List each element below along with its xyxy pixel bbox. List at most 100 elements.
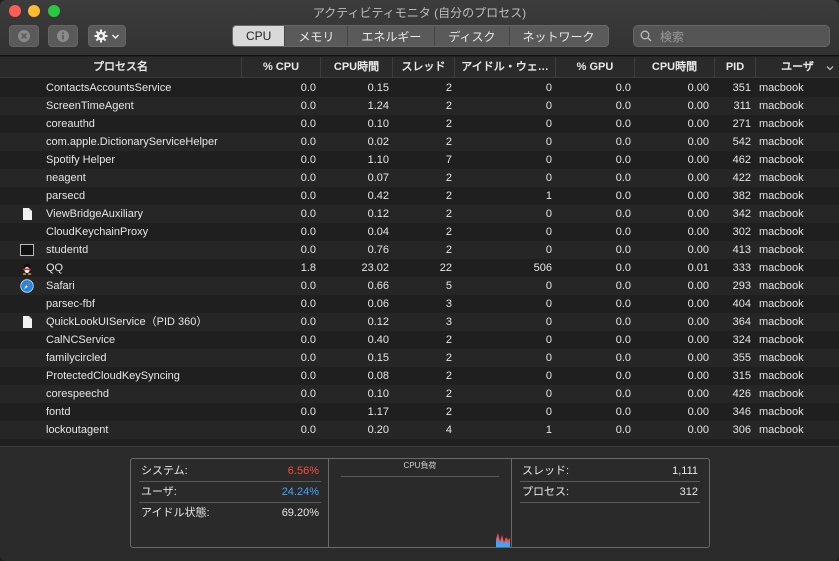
cell-pid: 462 — [732, 154, 751, 166]
cell-gpu-time: 0.00 — [687, 298, 709, 310]
cell-cpu-percent: 0.0 — [300, 280, 316, 292]
cell-threads: 22 — [439, 262, 452, 274]
table-row[interactable]: Safari 0.0 0.66 5 0 0.0 0.00 293 macbook — [0, 277, 839, 295]
cell-cpu-time: 0.06 — [367, 298, 389, 310]
cell-user: macbook — [759, 136, 804, 148]
cell-process-name: QQ — [46, 262, 64, 274]
cell-cpu-percent: 1.8 — [300, 262, 316, 274]
table-row[interactable]: parsec-fbf 0.0 0.06 3 0 0.0 0.00 404 macbook — [0, 295, 839, 313]
table-row[interactable]: QQ 1.8 23.02 22 506 0.0 0.01 333 macbook — [0, 259, 839, 277]
table-row[interactable]: studentd 0.0 0.76 2 0 0.0 0.00 413 macbook — [0, 241, 839, 259]
cell-idle-wake-ups: 0 — [545, 406, 552, 418]
table-row[interactable]: fontd 0.0 1.17 2 0 0.0 0.00 346 macbook — [0, 403, 839, 421]
column-user[interactable]: ユーザ — [755, 57, 839, 78]
cell-user: macbook — [759, 154, 804, 166]
cell-pid: 426 — [732, 388, 751, 400]
cell-threads: 7 — [445, 154, 452, 166]
cell-idle-wake-ups: 1 — [545, 424, 552, 436]
cell-gpu-time: 0.00 — [687, 82, 709, 94]
cell-process-name: CloudKeychainProxy — [46, 226, 149, 238]
cell-gpu-time: 0.00 — [687, 154, 709, 166]
document-icon — [20, 207, 34, 221]
cell-user: macbook — [759, 190, 804, 202]
column-gpu-time[interactable]: CPU時間 — [634, 57, 714, 78]
cell-cpu-time: 0.42 — [367, 190, 389, 202]
cell-gpu-percent: 0.0 — [615, 334, 631, 346]
cell-gpu-percent: 0.0 — [615, 244, 631, 256]
cell-cpu-time: 1.17 — [367, 406, 389, 418]
table-row[interactable]: coreauthd 0.0 0.10 2 0 0.0 0.00 271 macbook — [0, 115, 839, 133]
cell-process-name: neagent — [46, 172, 86, 184]
column-process-name[interactable]: プロセス名 — [0, 57, 241, 78]
tab-memory[interactable]: メモリ — [285, 26, 349, 46]
cell-gpu-percent: 0.0 — [615, 424, 631, 436]
cell-idle-wake-ups: 0 — [545, 118, 552, 130]
cell-idle-wake-ups: 0 — [545, 172, 552, 184]
table-row[interactable]: Spotify Helper 0.0 1.10 7 0 0.0 0.00 462 macbook — [0, 151, 839, 169]
cell-threads: 2 — [445, 100, 452, 112]
cell-process-name: ScreenTimeAgent — [46, 100, 134, 112]
column-pid[interactable]: PID — [714, 57, 755, 78]
table-row[interactable]: ViewBridgeAuxiliary 0.0 0.12 2 0 0.0 0.00 342 ma… — [0, 205, 839, 223]
table-row[interactable]: lockoutagent 0.0 0.20 4 1 0.0 0.00 306 macbook — [0, 421, 839, 439]
cell-cpu-percent: 0.0 — [300, 424, 316, 436]
stop-process-button[interactable] — [9, 25, 39, 47]
cell-gpu-percent: 0.0 — [615, 406, 631, 418]
sort-chevron-down-icon — [826, 66, 834, 71]
table-row[interactable]: ScreenTimeAgent 0.0 1.24 2 0 0.0 0.00 311 macboo… — [0, 97, 839, 115]
tab-energy[interactable]: エネルギー — [348, 26, 436, 46]
cell-gpu-percent: 0.0 — [615, 100, 631, 112]
tab-disk[interactable]: ディスク — [435, 26, 510, 46]
table-row[interactable]: CloudKeychainProxy 0.0 0.04 2 0 0.0 0.00 302 mac… — [0, 223, 839, 241]
cell-idle-wake-ups: 1 — [545, 190, 552, 202]
toolbar: アクティビティモニタ (自分のプロセス) CPU メモリ エネルギー ディスク … — [0, 0, 839, 56]
cell-gpu-percent: 0.0 — [615, 82, 631, 94]
window-title: アクティビティモニタ (自分のプロセス) — [312, 6, 527, 20]
column-gpu-percent[interactable]: % GPU — [555, 57, 634, 78]
cell-pid: 382 — [732, 190, 751, 202]
cell-process-name: parsecd — [46, 190, 86, 202]
cell-idle-wake-ups: 0 — [545, 226, 552, 238]
cell-cpu-time: 0.66 — [367, 280, 389, 292]
table-row[interactable]: familycircled 0.0 0.15 2 0 0.0 0.00 355 macbook — [0, 349, 839, 367]
column-idle-wake-ups[interactable]: アイドル・ウェ… — [454, 57, 555, 78]
cell-gpu-time: 0.00 — [687, 190, 709, 202]
divider — [139, 481, 321, 482]
stat-threads: スレッド: 1,111 — [522, 462, 698, 480]
stat-user-label: ユーザ: — [141, 486, 177, 498]
table-row[interactable]: corespeechd 0.0 0.10 2 0 0.0 0.00 426 macbook — [0, 385, 839, 403]
cell-process-name: familycircled — [46, 352, 107, 364]
table-row[interactable]: ProtectedCloudKeySyncing 0.0 0.08 2 0 0.0 0.00… — [0, 367, 839, 385]
table-row[interactable]: neagent 0.0 0.07 2 0 0.0 0.00 422 macbook — [0, 169, 839, 187]
cell-pid: 293 — [732, 280, 751, 292]
stat-processes-value: 312 — [679, 486, 698, 498]
table-row[interactable]: com.apple.DictionaryServiceHelper 0.0 0.02… — [0, 133, 839, 151]
stat-idle-label: アイドル状態: — [141, 507, 210, 519]
column-threads[interactable]: スレッド — [392, 57, 454, 78]
cell-threads: 2 — [445, 82, 452, 94]
column-cpu-percent[interactable]: % CPU — [241, 57, 320, 78]
cell-cpu-time: 0.08 — [367, 370, 389, 382]
cell-process-name: coreauthd — [46, 118, 95, 130]
safari-compass-icon — [20, 279, 34, 293]
divider — [520, 502, 700, 503]
document-icon — [20, 315, 34, 329]
cell-gpu-percent: 0.0 — [615, 118, 631, 130]
table-row[interactable]: CalNCService 0.0 0.40 2 0 0.0 0.00 324 macbook — [0, 331, 839, 349]
table-row[interactable]: parsecd 0.0 0.42 2 1 0.0 0.00 382 macbook — [0, 187, 839, 205]
tab-network[interactable]: ネットワーク — [510, 26, 608, 46]
cell-idle-wake-ups: 0 — [545, 316, 552, 328]
column-cpu-time[interactable]: CPU時間 — [320, 57, 392, 78]
table-row[interactable]: QuickLookUIService（PID 360） 0.0 0.12 3 0 0.0 0… — [0, 313, 839, 331]
qq-penguin-icon — [20, 261, 34, 275]
cpu-summary-panel: システム: 6.56% ユーザ: 24.24% アイドル状態: 69.20% C… — [130, 458, 710, 548]
cell-cpu-time: 23.02 — [361, 262, 389, 274]
cell-user: macbook — [759, 208, 804, 220]
cell-idle-wake-ups: 0 — [545, 352, 552, 364]
action-menu-button[interactable] — [88, 25, 126, 47]
search-field[interactable]: 検索 — [633, 25, 830, 47]
cell-cpu-percent: 0.0 — [300, 388, 316, 400]
inspect-process-button[interactable] — [48, 25, 78, 47]
tab-cpu[interactable]: CPU — [233, 26, 286, 46]
table-row[interactable]: ContactsAccountsService 0.0 0.15 2 0 0.0 0.00 3… — [0, 79, 839, 97]
